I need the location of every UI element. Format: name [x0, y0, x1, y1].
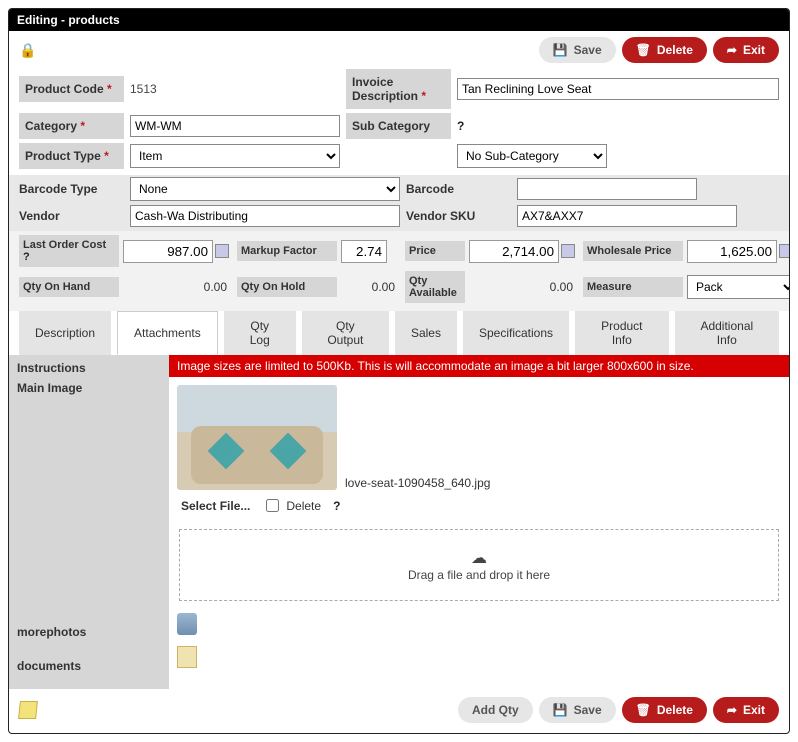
save-icon: 💾 [553, 43, 568, 57]
delete-label: Delete [657, 703, 693, 717]
label-price: Price [405, 241, 465, 261]
select-file-button[interactable]: Select File... [181, 499, 250, 513]
add-qty-label: Add Qty [472, 703, 519, 717]
exit-button-bottom[interactable]: ➦ Exit [713, 697, 779, 723]
tab-bar: Description Attachments Qty Log Qty Outp… [9, 311, 789, 355]
category-input[interactable] [130, 115, 340, 137]
trash-icon: 🗑 [636, 43, 651, 57]
label-qty-on-hand: Qty On Hand [19, 277, 119, 297]
measure-select[interactable]: Pack [687, 275, 790, 299]
tab-product-info[interactable]: Product Info [575, 311, 669, 355]
label-category: Category [19, 113, 124, 139]
save-icon: 💾 [553, 703, 568, 717]
sub-category-select[interactable]: No Sub-Category [457, 144, 607, 168]
delete-checkbox-label: Delete [286, 499, 321, 513]
main-image-filename: love-seat-1090458_640.jpg [345, 476, 490, 490]
label-markup-factor: Markup Factor [237, 241, 337, 261]
instructions-banner: Image sizes are limited to 500Kb. This i… [169, 355, 789, 377]
tab-qty-output[interactable]: Qty Output [302, 311, 389, 355]
morephotos-icon[interactable] [177, 613, 197, 635]
tab-additional-info[interactable]: Additional Info [675, 311, 779, 355]
help-icon-cost[interactable]: ? [23, 251, 30, 263]
label-vendor-sku: Vendor SKU [406, 205, 511, 227]
file-dropzone[interactable]: ☁ Drag a file and drop it here [179, 529, 779, 601]
qty-on-hand-value: 0.00 [123, 280, 233, 294]
trash-icon: 🗑 [636, 703, 651, 717]
wholesale-price-input[interactable] [687, 240, 777, 263]
exit-button-top[interactable]: ➦ Exit [713, 37, 779, 63]
dropzone-label: Drag a file and drop it here [408, 568, 550, 582]
label-wholesale-price: Wholesale Price [583, 241, 683, 261]
exit-label: Exit [743, 43, 765, 57]
label-instructions: Instructions [17, 361, 161, 375]
documents-icon[interactable] [177, 646, 197, 668]
label-morephotos: morephotos [17, 625, 161, 639]
qty-available-value: 0.00 [469, 280, 579, 294]
help-icon-invoice[interactable]: ? [457, 119, 464, 133]
last-order-cost-input[interactable] [123, 240, 213, 263]
barcode-type-select[interactable]: None [130, 177, 400, 201]
delete-button-top[interactable]: 🗑 Delete [622, 37, 707, 63]
exit-icon: ➦ [727, 703, 737, 717]
tab-qty-log[interactable]: Qty Log [224, 311, 296, 355]
calc-icon-price[interactable] [561, 244, 575, 258]
tab-description[interactable]: Description [19, 311, 111, 355]
main-image-thumbnail[interactable] [177, 385, 337, 490]
label-barcode-type: Barcode Type [19, 178, 124, 200]
calc-icon-cost[interactable] [215, 244, 229, 258]
delete-checkbox-input[interactable] [266, 499, 279, 512]
label-measure: Measure [583, 277, 683, 297]
delete-image-checkbox[interactable]: Delete [262, 496, 321, 515]
notes-icon[interactable] [18, 701, 38, 719]
price-input[interactable] [469, 240, 559, 263]
label-qty-available: Qty Available [405, 271, 465, 303]
value-product-code: 1513 [130, 82, 340, 96]
exit-label: Exit [743, 703, 765, 717]
label-main-image: Main Image [17, 381, 161, 395]
qty-on-hold-value: 0.00 [341, 280, 401, 294]
barcode-input[interactable] [517, 178, 697, 200]
tab-sales[interactable]: Sales [395, 311, 457, 355]
exit-icon: ➦ [727, 43, 737, 57]
tab-specifications[interactable]: Specifications [463, 311, 569, 355]
invoice-desc-input[interactable] [457, 78, 779, 100]
label-product-type: Product Type [19, 143, 124, 169]
save-label: Save [574, 703, 602, 717]
markup-factor-input[interactable] [341, 240, 387, 263]
delete-label: Delete [657, 43, 693, 57]
product-type-select[interactable]: Item [130, 144, 340, 168]
delete-button-bottom[interactable]: 🗑 Delete [622, 697, 707, 723]
vendor-input[interactable] [130, 205, 400, 227]
label-last-order-cost: Last Order Cost ? [19, 235, 119, 267]
tab-attachments[interactable]: Attachments [117, 311, 218, 355]
help-icon-file[interactable]: ? [333, 499, 340, 513]
cloud-upload-icon: ☁ [471, 548, 487, 568]
label-qty-on-hold: Qty On Hold [237, 277, 337, 297]
label-product-code: Product Code [19, 76, 124, 102]
window-title: Editing - products [9, 9, 789, 31]
label-vendor: Vendor [19, 205, 124, 227]
calc-icon-wholesale[interactable] [779, 244, 790, 258]
lock-icon: 🔒 [19, 42, 36, 59]
vendor-sku-input[interactable] [517, 205, 737, 227]
label-sub-category: Sub Category [346, 113, 451, 139]
save-button-top[interactable]: 💾 Save [539, 37, 616, 63]
save-label: Save [574, 43, 602, 57]
label-documents: documents [17, 659, 161, 673]
add-qty-button[interactable]: Add Qty [458, 697, 533, 723]
label-invoice-desc: Invoice Description [346, 69, 451, 109]
save-button-bottom[interactable]: 💾 Save [539, 697, 616, 723]
label-barcode: Barcode [406, 178, 511, 200]
